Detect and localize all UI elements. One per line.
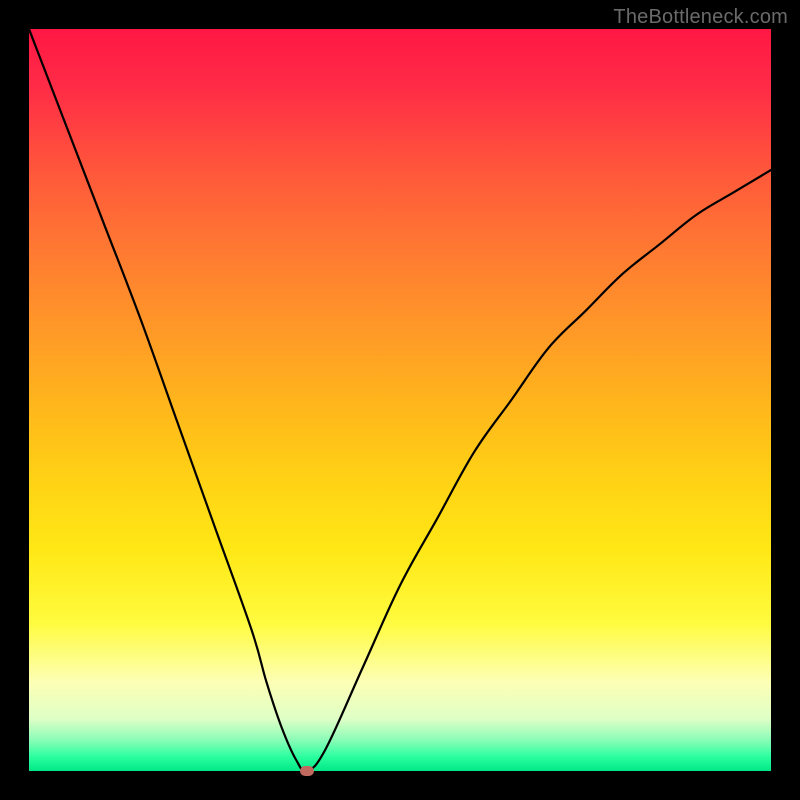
bottleneck-curve	[29, 29, 771, 771]
optimal-marker	[300, 766, 314, 776]
watermark-text: TheBottleneck.com	[613, 6, 788, 29]
chart-plot-area	[29, 29, 771, 771]
